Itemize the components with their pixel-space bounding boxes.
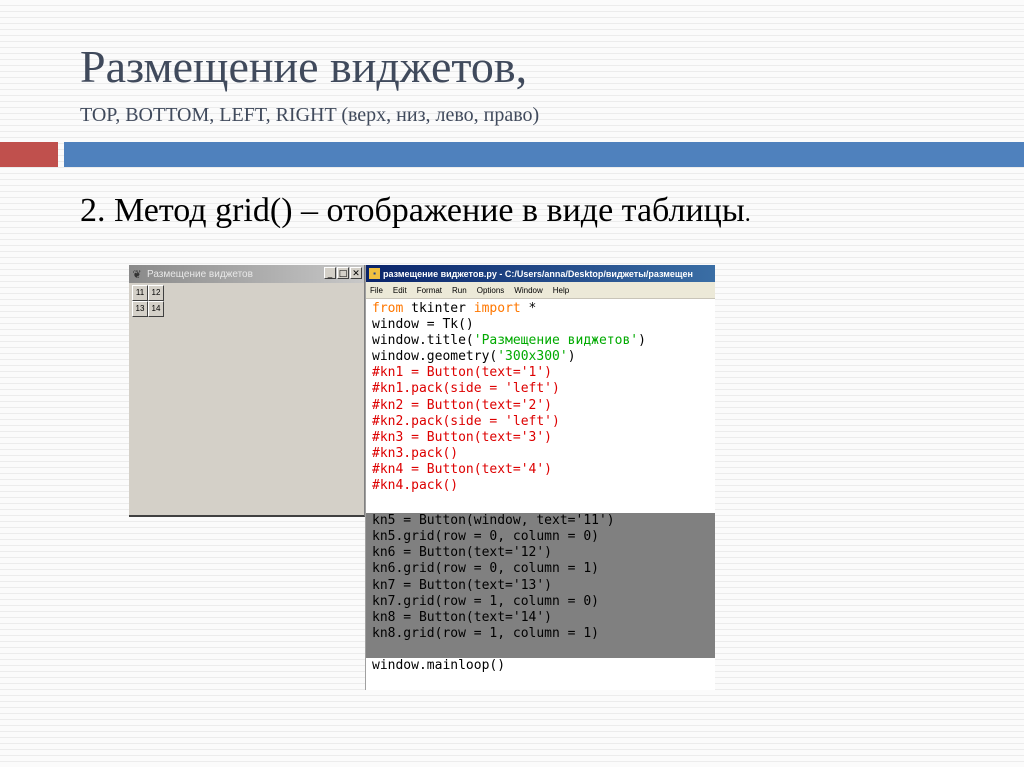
code-comment: #kn2 = Button(text='2') bbox=[372, 397, 553, 413]
idle-editor-window: ▪ размещение виджетов.py - C:/Users/anna… bbox=[365, 265, 715, 690]
code-text: ) bbox=[638, 333, 646, 349]
tk-button-13[interactable]: 13 bbox=[132, 301, 148, 317]
bullet-main: 2. Метод grid() – отображение в виде таб… bbox=[80, 192, 745, 229]
code-text: ) bbox=[567, 349, 576, 365]
code-comment: #kn3 = Button(text='3') bbox=[372, 429, 553, 445]
idle-window-title: размещение виджетов.py - C:/Users/anna/D… bbox=[383, 268, 693, 279]
bullet-period: . bbox=[744, 201, 751, 227]
tk-button-grid: 11 12 13 14 bbox=[132, 285, 164, 317]
menu-window[interactable]: Window bbox=[514, 286, 542, 295]
code-text: window.geometry( bbox=[372, 349, 498, 365]
menu-edit[interactable]: Edit bbox=[393, 286, 407, 295]
code-line: kn6 = Button(text='12') bbox=[372, 545, 553, 561]
maximize-button[interactable]: □ bbox=[337, 267, 349, 279]
code-text: * bbox=[520, 301, 537, 316]
code-comment: #kn3.pack() bbox=[372, 445, 459, 461]
code-editor[interactable]: from tkinter import * window = Tk() wind… bbox=[366, 301, 715, 674]
code-comment: #kn1.pack(side = 'left') bbox=[372, 381, 560, 397]
tk-button-14[interactable]: 14 bbox=[148, 301, 164, 317]
code-comment: #kn1 = Button(text='1') bbox=[372, 365, 553, 381]
python-file-icon: ▪ bbox=[369, 268, 380, 279]
menu-file[interactable]: File bbox=[370, 286, 383, 295]
code-text: tkinter bbox=[403, 301, 474, 316]
code-comment: #kn4 = Button(text='4') bbox=[372, 461, 553, 477]
selection-padding bbox=[372, 642, 715, 658]
tk-window-title: Размещение виджетов bbox=[147, 268, 253, 280]
code-line: window.mainloop() bbox=[372, 657, 506, 673]
code-line: window = Tk() bbox=[372, 317, 474, 333]
slide-subtitle: TOP, BOTTOM, LEFT, RIGHT (верх, низ, лев… bbox=[80, 104, 540, 126]
code-blank-space bbox=[372, 494, 715, 513]
code-line: kn5.grid(row = 0, column = 0) bbox=[372, 529, 599, 545]
tk-button-11[interactable]: 11 bbox=[132, 285, 148, 301]
code-line: kn6.grid(row = 0, column = 1) bbox=[372, 561, 599, 577]
code-line: kn7 = Button(text='13') bbox=[372, 577, 553, 593]
code-line: window.geometry('300x300') bbox=[372, 349, 715, 365]
accent-bar-blue bbox=[64, 142, 1024, 167]
close-button[interactable]: ✕ bbox=[350, 267, 362, 279]
idle-titlebar[interactable]: ▪ размещение виджетов.py - C:/Users/anna… bbox=[366, 265, 715, 282]
menu-options[interactable]: Options bbox=[477, 286, 505, 295]
feather-icon: ❦ bbox=[132, 268, 142, 281]
tk-window: ❦ Размещение виджетов _ □ ✕ 11 12 13 14 bbox=[129, 265, 365, 517]
menu-run[interactable]: Run bbox=[452, 286, 467, 295]
tk-button-12[interactable]: 12 bbox=[148, 285, 164, 301]
code-comment: #kn2.pack(side = 'left') bbox=[372, 413, 560, 429]
code-comment: #kn4.pack() bbox=[372, 478, 459, 494]
menu-help[interactable]: Help bbox=[553, 286, 569, 295]
code-line: kn5 = Button(window, text='11') bbox=[372, 513, 615, 529]
tk-titlebar[interactable]: ❦ Размещение виджетов _ □ ✕ bbox=[129, 265, 364, 283]
code-line: from tkinter import * bbox=[372, 301, 715, 317]
code-line: kn7.grid(row = 1, column = 0) bbox=[372, 593, 599, 609]
keyword-import: import bbox=[473, 301, 521, 316]
code-line: kn8.grid(row = 1, column = 1) bbox=[372, 625, 599, 641]
tk-window-controls: _ □ ✕ bbox=[324, 267, 362, 279]
accent-bar-red bbox=[0, 142, 58, 167]
menu-format[interactable]: Format bbox=[417, 286, 442, 295]
code-line: kn8 = Button(text='14') bbox=[372, 609, 553, 625]
code-line: window.title('Размещение виджетов') bbox=[372, 333, 715, 349]
code-text: window.title( bbox=[372, 333, 474, 349]
bullet-text: 2. Метод grid() – отображение в виде таб… bbox=[80, 192, 751, 230]
keyword-from: from bbox=[372, 301, 404, 316]
code-string: '300x300' bbox=[497, 349, 568, 365]
idle-menubar: File Edit Format Run Options Window Help bbox=[366, 282, 715, 299]
minimize-button[interactable]: _ bbox=[324, 267, 336, 279]
code-selection: kn5 = Button(window, text='11') kn5.grid… bbox=[366, 513, 715, 658]
slide-title: Размещение виджетов, bbox=[80, 41, 528, 92]
code-string: 'Размещение виджетов' bbox=[473, 333, 639, 349]
